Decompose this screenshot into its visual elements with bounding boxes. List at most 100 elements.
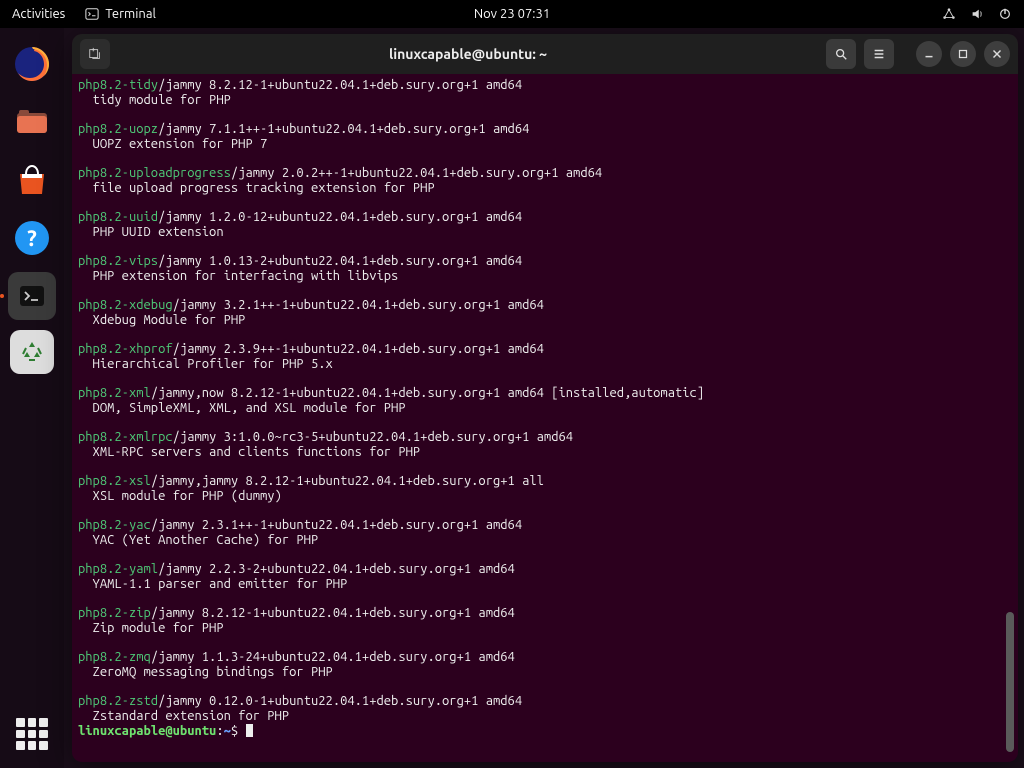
topbar-app-name: Terminal <box>105 7 156 21</box>
package-entry: php8.2-uuid/jammy 1.2.0-12+ubuntu22.04.1… <box>78 210 1012 240</box>
recycle-icon <box>19 339 45 365</box>
dock-files[interactable] <box>8 98 56 146</box>
package-name: php8.2-xdebug <box>78 298 173 312</box>
package-name: php8.2-zmq <box>78 650 151 664</box>
package-description: Hierarchical Profiler for PHP 5.x <box>78 357 1012 372</box>
package-description: Xdebug Module for PHP <box>78 313 1012 328</box>
shopping-bag-icon <box>12 160 52 200</box>
package-name: php8.2-zip <box>78 606 151 620</box>
minimize-button[interactable] <box>916 41 942 67</box>
package-name: php8.2-zstd <box>78 694 158 708</box>
prompt-path: ~ <box>224 724 231 738</box>
topbar-app-indicator[interactable]: Terminal <box>85 7 156 21</box>
files-icon <box>12 102 52 142</box>
package-name: php8.2-uploadprogress <box>78 166 231 180</box>
terminal-app-icon <box>18 282 46 310</box>
close-button[interactable] <box>984 41 1010 67</box>
package-description: YAC (Yet Another Cache) for PHP <box>78 533 1012 548</box>
package-entry: php8.2-yaml/jammy 2.2.3-2+ubuntu22.04.1+… <box>78 562 1012 592</box>
package-description: file upload progress tracking extension … <box>78 181 1012 196</box>
package-description: UOPZ extension for PHP 7 <box>78 137 1012 152</box>
help-icon: ? <box>12 218 52 258</box>
topbar-datetime[interactable]: Nov 23 07:31 <box>474 7 550 21</box>
maximize-button[interactable] <box>950 41 976 67</box>
package-description: DOM, SimpleXML, XML, and XSL module for … <box>78 401 1012 416</box>
package-name: php8.2-tidy <box>78 78 158 92</box>
dock-software[interactable] <box>8 156 56 204</box>
package-entry: php8.2-zmq/jammy 1.1.3-24+ubuntu22.04.1+… <box>78 650 1012 680</box>
package-description: XML-RPC servers and clients functions fo… <box>78 445 1012 460</box>
package-name: php8.2-xmlrpc <box>78 430 173 444</box>
package-version: /jammy 2.3.1++-1+ubuntu22.04.1+deb.sury.… <box>151 518 522 532</box>
network-icon[interactable] <box>942 7 956 21</box>
prompt-user: linuxcapable@ubuntu <box>78 724 216 738</box>
package-name: php8.2-uuid <box>78 210 158 224</box>
minimize-icon <box>922 47 936 61</box>
package-version: /jammy,jammy 8.2.12-1+ubuntu22.04.1+deb.… <box>151 474 544 488</box>
hamburger-icon <box>872 47 886 61</box>
firefox-icon <box>12 44 52 84</box>
terminal-window: linuxcapable@ubuntu: ~ php8.2-tidy/jammy… <box>72 34 1018 762</box>
close-icon <box>990 47 1004 61</box>
package-version: /jammy 2.0.2++-1+ubuntu22.04.1+deb.sury.… <box>231 166 602 180</box>
package-description: Zip module for PHP <box>78 621 1012 636</box>
package-name: php8.2-yac <box>78 518 151 532</box>
package-version: /jammy 0.12.0-1+ubuntu22.04.1+deb.sury.o… <box>158 694 522 708</box>
dock-firefox[interactable] <box>8 40 56 88</box>
package-version: /jammy 8.2.12-1+ubuntu22.04.1+deb.sury.o… <box>151 606 515 620</box>
package-version: /jammy 2.2.3-2+ubuntu22.04.1+deb.sury.or… <box>158 562 515 576</box>
prompt-line[interactable]: linuxcapable@ubuntu:~$ <box>78 724 1012 739</box>
package-description: PHP extension for interfacing with libvi… <box>78 269 1012 284</box>
package-entry: php8.2-tidy/jammy 8.2.12-1+ubuntu22.04.1… <box>78 78 1012 108</box>
package-version: /jammy 3.2.1++-1+ubuntu22.04.1+deb.sury.… <box>173 298 544 312</box>
new-tab-icon <box>88 47 102 61</box>
titlebar: linuxcapable@ubuntu: ~ <box>72 34 1018 74</box>
menu-button[interactable] <box>864 39 894 69</box>
package-version: /jammy 1.2.0-12+ubuntu22.04.1+deb.sury.o… <box>158 210 522 224</box>
prompt-dollar: $ <box>231 724 246 738</box>
package-name: php8.2-vips <box>78 254 158 268</box>
terminal-icon <box>85 7 99 21</box>
package-version: /jammy 7.1.1++-1+ubuntu22.04.1+deb.sury.… <box>158 122 529 136</box>
cursor <box>246 724 253 737</box>
package-name: php8.2-xsl <box>78 474 151 488</box>
prompt-sep: : <box>216 724 223 738</box>
scroll-thumb[interactable] <box>1006 612 1014 752</box>
show-applications[interactable] <box>16 718 48 750</box>
package-entry: php8.2-xhprof/jammy 2.3.9++-1+ubuntu22.0… <box>78 342 1012 372</box>
package-version: /jammy 1.0.13-2+ubuntu22.04.1+deb.sury.o… <box>158 254 522 268</box>
terminal-output[interactable]: php8.2-tidy/jammy 8.2.12-1+ubuntu22.04.1… <box>72 74 1018 762</box>
package-description: Zstandard extension for PHP <box>78 709 1012 724</box>
package-entry: php8.2-xdebug/jammy 3.2.1++-1+ubuntu22.0… <box>78 298 1012 328</box>
package-entry: php8.2-zip/jammy 8.2.12-1+ubuntu22.04.1+… <box>78 606 1012 636</box>
new-tab-button[interactable] <box>80 39 110 69</box>
package-entry: php8.2-yac/jammy 2.3.1++-1+ubuntu22.04.1… <box>78 518 1012 548</box>
dock-terminal[interactable] <box>8 272 56 320</box>
package-name: php8.2-yaml <box>78 562 158 576</box>
package-name: php8.2-xhprof <box>78 342 173 356</box>
package-entry: php8.2-xml/jammy,now 8.2.12-1+ubuntu22.0… <box>78 386 1012 416</box>
svg-text:?: ? <box>27 226 37 251</box>
power-icon[interactable] <box>998 7 1012 21</box>
activities-button[interactable]: Activities <box>12 7 65 21</box>
package-version: /jammy,now 8.2.12-1+ubuntu22.04.1+deb.su… <box>151 386 704 400</box>
package-name: php8.2-xml <box>78 386 151 400</box>
gnome-topbar: Activities Terminal Nov 23 07:31 <box>0 0 1024 28</box>
search-icon <box>834 47 848 61</box>
package-version: /jammy 3:1.0.0~rc3-5+ubuntu22.04.1+deb.s… <box>173 430 573 444</box>
package-entry: php8.2-vips/jammy 1.0.13-2+ubuntu22.04.1… <box>78 254 1012 284</box>
search-button[interactable] <box>826 39 856 69</box>
package-version: /jammy 8.2.12-1+ubuntu22.04.1+deb.sury.o… <box>158 78 522 92</box>
package-entry: php8.2-uploadprogress/jammy 2.0.2++-1+ub… <box>78 166 1012 196</box>
package-version: /jammy 1.1.3-24+ubuntu22.04.1+deb.sury.o… <box>151 650 515 664</box>
package-name: php8.2-uopz <box>78 122 158 136</box>
package-description: XSL module for PHP (dummy) <box>78 489 1012 504</box>
package-entry: php8.2-zstd/jammy 0.12.0-1+ubuntu22.04.1… <box>78 694 1012 724</box>
dock-trash[interactable] <box>10 330 54 374</box>
package-description: PHP UUID extension <box>78 225 1012 240</box>
scrollbar[interactable] <box>1006 114 1014 752</box>
package-entry: php8.2-uopz/jammy 7.1.1++-1+ubuntu22.04.… <box>78 122 1012 152</box>
dock-help[interactable]: ? <box>8 214 56 262</box>
volume-icon[interactable] <box>970 7 984 21</box>
package-description: ZeroMQ messaging bindings for PHP <box>78 665 1012 680</box>
